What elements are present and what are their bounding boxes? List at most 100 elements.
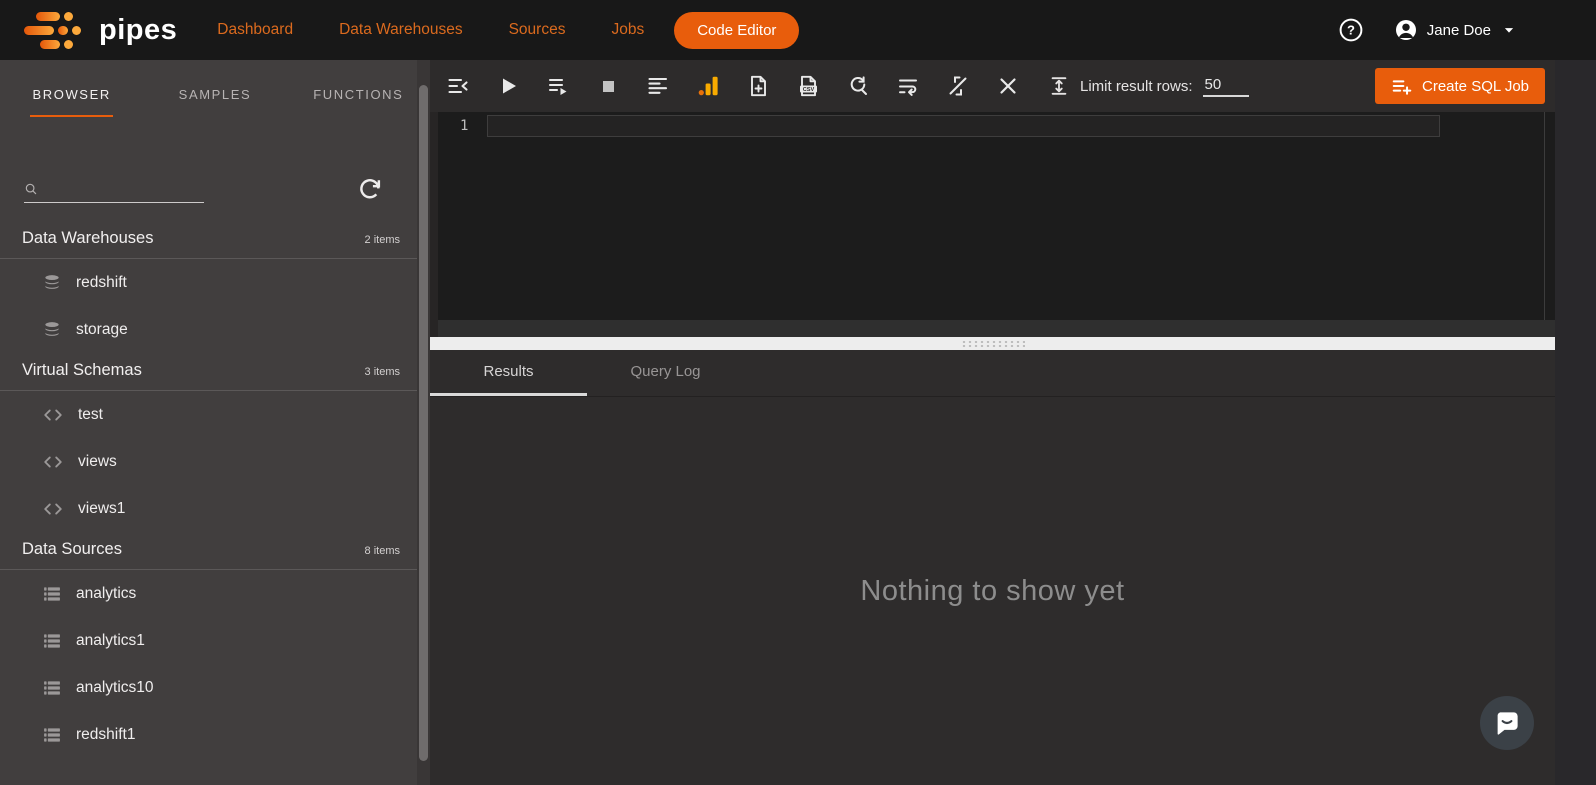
warehouse-item-redshift[interactable]: redshift	[0, 259, 430, 306]
results-panel: Nothing to show yet	[430, 397, 1555, 785]
section-title: Virtual Schemas	[22, 361, 142, 380]
code-editor-button[interactable]: Code Editor	[674, 12, 799, 49]
svg-text:CSV: CSV	[803, 87, 815, 93]
item-label: analytics1	[76, 632, 145, 650]
tab-functions[interactable]: FUNCTIONS	[287, 87, 430, 117]
nav-jobs[interactable]: Jobs	[611, 21, 644, 39]
limit-rows-icon	[1048, 75, 1070, 97]
item-label: storage	[76, 321, 128, 339]
item-label: analytics	[76, 585, 136, 603]
export-csv-icon: CSV	[796, 74, 820, 98]
brand-name: pipes	[99, 14, 177, 47]
chart-icon	[696, 74, 720, 98]
schema-item-views[interactable]: views	[0, 438, 430, 485]
clear-icon	[996, 74, 1020, 98]
editor-active-line[interactable]	[487, 115, 1440, 137]
tab-browser[interactable]: BROWSER	[0, 87, 143, 117]
support-chat-button[interactable]	[1480, 696, 1534, 750]
section-title: Data Sources	[22, 540, 122, 559]
source-item-redshift1[interactable]: redshift1	[0, 711, 430, 758]
word-wrap-icon	[896, 74, 920, 98]
sql-editor[interactable]: 1	[430, 112, 1555, 337]
data-source-icon	[42, 725, 62, 745]
visualize-button[interactable]	[696, 74, 720, 98]
section-count: 3 items	[365, 366, 400, 378]
chevron-down-icon	[1500, 21, 1518, 39]
section-virtual-schemas: Virtual Schemas 3 items test views views…	[0, 361, 430, 532]
search-icon	[24, 182, 38, 196]
database-icon	[42, 320, 62, 340]
code-icon	[42, 451, 64, 473]
new-file-icon	[746, 74, 770, 98]
avatar-icon	[1394, 18, 1418, 42]
database-icon	[42, 273, 62, 293]
refresh-search-button[interactable]	[846, 74, 870, 98]
main-nav: Dashboard Data Warehouses Sources Jobs	[217, 21, 644, 39]
nav-sources[interactable]: Sources	[509, 21, 566, 39]
code-icon	[42, 498, 64, 520]
item-label: redshift1	[76, 726, 135, 744]
results-tabbar: Results Query Log	[430, 350, 1555, 397]
schema-item-test[interactable]: test	[0, 391, 430, 438]
browser-sidebar: BROWSER SAMPLES FUNCTIONS Data Warehouse…	[0, 60, 430, 785]
tab-query-log[interactable]: Query Log	[587, 350, 744, 396]
refresh-browser-button[interactable]	[356, 175, 384, 203]
stop-button[interactable]	[596, 74, 620, 98]
create-sql-job-button[interactable]: Create SQL Job	[1375, 68, 1545, 104]
warehouse-item-storage[interactable]: storage	[0, 306, 430, 353]
top-navbar: pipes Dashboard Data Warehouses Sources …	[0, 0, 1596, 60]
code-editor-panel: CSV	[430, 60, 1555, 785]
item-label: test	[78, 406, 103, 424]
data-source-icon	[42, 631, 62, 651]
item-label: views	[78, 453, 117, 471]
panel-splitter[interactable]	[430, 337, 1555, 350]
limit-rows-input[interactable]	[1203, 76, 1249, 97]
source-item-analytics[interactable]: analytics	[0, 570, 430, 617]
new-file-button[interactable]	[746, 74, 770, 98]
app-logo: pipes	[24, 12, 177, 49]
run-button[interactable]	[496, 74, 520, 98]
code-icon	[42, 404, 64, 426]
sidebar-scrollbar	[417, 60, 430, 785]
tab-samples[interactable]: SAMPLES	[143, 87, 286, 117]
chat-bubble-icon	[1492, 708, 1522, 738]
empty-results-message: Nothing to show yet	[860, 575, 1124, 608]
no-word-wrap-icon	[946, 74, 970, 98]
help-icon: ?	[1338, 17, 1364, 43]
sidebar-scrollbar-thumb[interactable]	[419, 85, 428, 761]
run-selection-button[interactable]	[546, 74, 570, 98]
export-csv-button[interactable]: CSV	[796, 74, 820, 98]
section-data-warehouses: Data Warehouses 2 items redshift	[0, 229, 430, 353]
item-label: views1	[78, 500, 125, 518]
word-wrap-button[interactable]	[896, 74, 920, 98]
source-item-analytics10[interactable]: analytics10	[0, 664, 430, 711]
refresh-icon	[356, 175, 384, 203]
data-source-icon	[42, 584, 62, 604]
splitter-drag-handle-icon[interactable]	[961, 340, 1025, 348]
create-job-icon	[1391, 75, 1413, 97]
clear-editor-button[interactable]	[996, 74, 1020, 98]
refresh-search-icon	[846, 74, 870, 98]
user-name: Jane Doe	[1427, 22, 1491, 39]
hide-browser-button[interactable]	[446, 74, 470, 98]
tab-results[interactable]: Results	[430, 350, 587, 396]
editor-hscroll-area	[438, 320, 1555, 337]
hide-browser-icon	[446, 74, 470, 98]
section-data-sources: Data Sources 8 items analytics	[0, 540, 430, 758]
item-label: analytics10	[76, 679, 154, 697]
help-button[interactable]: ?	[1338, 17, 1364, 43]
item-label: redshift	[76, 274, 127, 292]
section-count: 8 items	[365, 545, 400, 557]
limit-rows-group: Limit result rows:	[1048, 75, 1249, 97]
search-field[interactable]	[24, 180, 204, 203]
user-menu[interactable]: Jane Doe	[1394, 18, 1518, 42]
limit-rows-label: Limit result rows:	[1080, 78, 1193, 95]
format-sql-button[interactable]	[646, 74, 670, 98]
no-word-wrap-button[interactable]	[946, 74, 970, 98]
source-item-analytics1[interactable]: analytics1	[0, 617, 430, 664]
sidebar-search-row	[24, 175, 406, 203]
nav-data-warehouses[interactable]: Data Warehouses	[339, 21, 463, 39]
schema-item-views1[interactable]: views1	[0, 485, 430, 532]
nav-dashboard[interactable]: Dashboard	[217, 21, 293, 39]
search-input[interactable]	[44, 180, 194, 196]
